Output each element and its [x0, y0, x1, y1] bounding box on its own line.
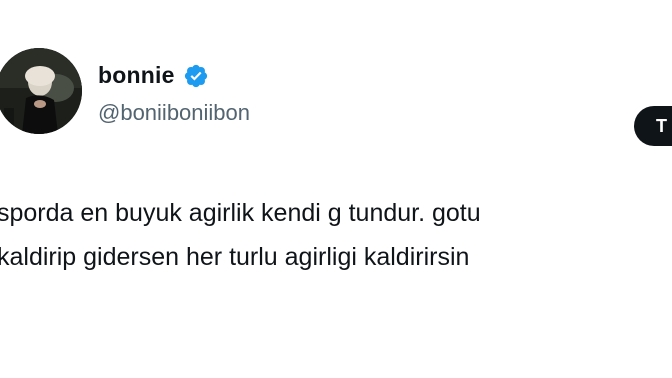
- follow-button[interactable]: T: [634, 106, 672, 146]
- name-row: bonnie: [98, 62, 209, 89]
- user-handle[interactable]: @boniiboniibon: [98, 100, 250, 126]
- tweet-line-2: kaldirip gidersen her turlu agirligi kal…: [0, 243, 470, 271]
- avatar[interactable]: [0, 48, 82, 134]
- avatar-photo-icon: [0, 48, 82, 134]
- tweet-line-1: sporda en buyuk agirlik kendi g tundur. …: [0, 199, 481, 227]
- display-name[interactable]: bonnie: [98, 62, 175, 89]
- tweet-text: sporda en buyuk agirlik kendi g tundur. …: [0, 191, 672, 279]
- tweet-header: bonnie @boniiboniibon T: [0, 48, 672, 146]
- verified-badge-icon: [183, 63, 209, 89]
- tweet-card: bonnie @boniiboniibon T sporda en buyuk …: [0, 0, 672, 378]
